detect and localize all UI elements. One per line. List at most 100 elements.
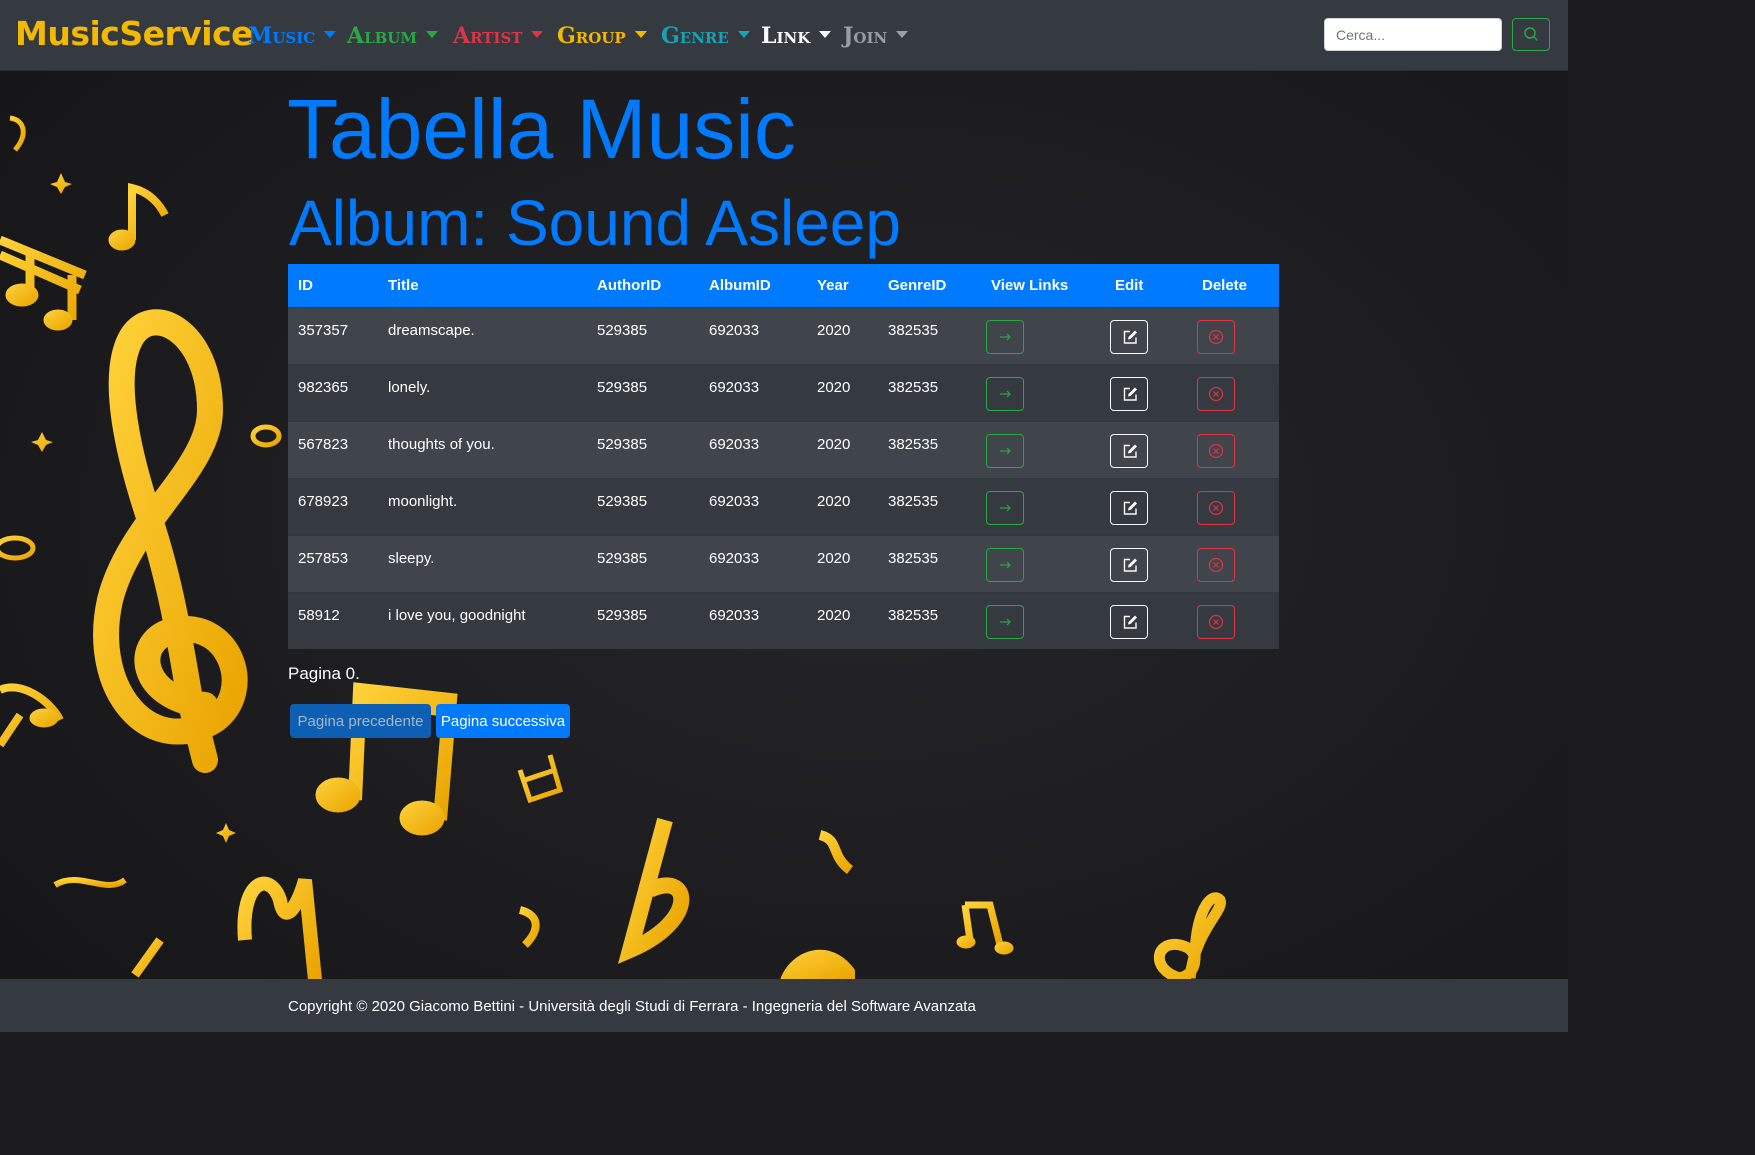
pencil-square-icon: [1123, 330, 1137, 344]
pencil-square-icon: [1123, 387, 1137, 401]
nav-menu-artist[interactable]: Artist: [453, 23, 544, 49]
edit-button[interactable]: [1110, 604, 1148, 639]
cell-delete: [1192, 591, 1279, 649]
footer: Copyright © 2020 Giacomo Bettini - Unive…: [0, 979, 1568, 1032]
pagination-info: Pagina 0.: [288, 664, 360, 683]
cell-view-links: [981, 477, 1105, 535]
delete-button[interactable]: [1197, 547, 1235, 582]
caret-down-icon: [896, 30, 909, 38]
nav-menu-genre[interactable]: Genre: [661, 24, 750, 48]
nav-menu-label: Group: [557, 23, 626, 49]
caret-down-icon: [425, 30, 438, 38]
cell-title: sleepy.: [378, 534, 587, 592]
pencil-square-icon: [1123, 444, 1137, 458]
cell-edit: [1105, 477, 1192, 535]
cell-author-id: 529385: [587, 363, 699, 421]
table-row: 257853 sleepy. 529385 692033 2020 382535: [288, 534, 1279, 592]
cell-genre-id: 382535: [878, 534, 981, 592]
search-icon: [1524, 27, 1538, 41]
cell-edit: [1105, 306, 1192, 364]
cell-year: 2020: [807, 420, 878, 478]
column-header-title: Title: [388, 276, 419, 294]
nav-menu-label: Artist: [453, 23, 523, 49]
cell-album-id: 692033: [699, 477, 807, 535]
copyright-text: Copyright © 2020 Giacomo Bettini - Unive…: [288, 998, 976, 1015]
column-header-album-id: AlbumID: [709, 276, 771, 294]
view-links-button[interactable]: [986, 604, 1024, 639]
search-button[interactable]: [1512, 18, 1550, 51]
cell-title: thoughts of you.: [378, 420, 587, 478]
delete-button[interactable]: [1197, 604, 1235, 639]
search-input[interactable]: [1324, 18, 1502, 51]
arrow-right-icon: [1000, 333, 1011, 340]
brand-logo[interactable]: MusicService: [15, 14, 254, 53]
edit-button[interactable]: [1110, 490, 1148, 525]
cell-genre-id: 382535: [878, 306, 981, 364]
next-page-button[interactable]: Pagina successiva: [436, 704, 570, 738]
cell-album-id: 692033: [699, 420, 807, 478]
nav-menu-music[interactable]: Music: [248, 23, 337, 49]
cell-album-id: 692033: [699, 534, 807, 592]
x-circle-icon: [1208, 386, 1224, 401]
caret-down-icon: [819, 30, 832, 38]
delete-button[interactable]: [1197, 376, 1235, 411]
cell-edit: [1105, 534, 1192, 592]
view-links-button[interactable]: [986, 433, 1024, 468]
cell-view-links: [981, 591, 1105, 649]
view-links-button[interactable]: [986, 319, 1024, 354]
table-row: 982365 lonely. 529385 692033 2020 382535: [288, 363, 1279, 421]
caret-down-icon: [737, 30, 750, 38]
cell-view-links: [981, 363, 1105, 421]
cell-id: 982365: [288, 363, 378, 421]
delete-button[interactable]: [1197, 490, 1235, 525]
x-circle-icon: [1208, 443, 1224, 458]
nav-menu-album[interactable]: Album: [347, 24, 438, 48]
x-circle-icon: [1208, 329, 1224, 344]
edit-button[interactable]: [1110, 433, 1148, 468]
nav-menu-label: Genre: [661, 23, 729, 49]
nav-menu-label: Album: [347, 23, 417, 49]
cell-album-id: 692033: [699, 363, 807, 421]
cell-delete: [1192, 477, 1279, 535]
arrow-right-icon: [1000, 390, 1011, 397]
previous-page-button[interactable]: Pagina precedente: [290, 704, 431, 738]
nav-menu-label: Join: [843, 23, 888, 49]
cell-delete: [1192, 420, 1279, 478]
cell-title: moonlight.: [378, 477, 587, 535]
nav-menu-link[interactable]: Link: [761, 24, 832, 48]
cell-author-id: 529385: [587, 534, 699, 592]
edit-button[interactable]: [1110, 376, 1148, 411]
nav-menu-label: Music: [248, 23, 316, 49]
column-header-id: ID: [298, 276, 313, 294]
cell-year: 2020: [807, 363, 878, 421]
cell-edit: [1105, 591, 1192, 649]
column-header-author-id: AuthorID: [597, 276, 662, 294]
nav-menu-group[interactable]: Group: [557, 24, 647, 48]
cell-year: 2020: [807, 477, 878, 535]
edit-button[interactable]: [1110, 319, 1148, 354]
x-circle-icon: [1208, 614, 1224, 629]
view-links-button[interactable]: [986, 547, 1024, 582]
cell-author-id: 529385: [587, 420, 699, 478]
caret-down-icon: [531, 30, 544, 38]
cell-genre-id: 382535: [878, 420, 981, 478]
cell-author-id: 529385: [587, 591, 699, 649]
table-header-row: ID Title AuthorID AlbumID Year GenreID V…: [288, 264, 1279, 307]
arrow-right-icon: [1000, 618, 1011, 625]
pencil-square-icon: [1123, 558, 1137, 572]
table-row: 567823 thoughts of you. 529385 692033 20…: [288, 420, 1279, 478]
cell-year: 2020: [807, 306, 878, 364]
delete-button[interactable]: [1197, 433, 1235, 468]
column-header-edit: Edit: [1115, 276, 1144, 294]
column-header-view-links: View Links: [991, 276, 1069, 294]
delete-button[interactable]: [1197, 319, 1235, 354]
cell-view-links: [981, 306, 1105, 364]
cell-title: dreamscape.: [378, 306, 587, 364]
cell-genre-id: 382535: [878, 477, 981, 535]
view-links-button[interactable]: [986, 376, 1024, 411]
nav-menu-join[interactable]: Join: [843, 23, 909, 49]
cell-id: 58912: [288, 591, 378, 649]
edit-button[interactable]: [1110, 547, 1148, 582]
arrow-right-icon: [1000, 447, 1011, 454]
view-links-button[interactable]: [986, 490, 1024, 525]
